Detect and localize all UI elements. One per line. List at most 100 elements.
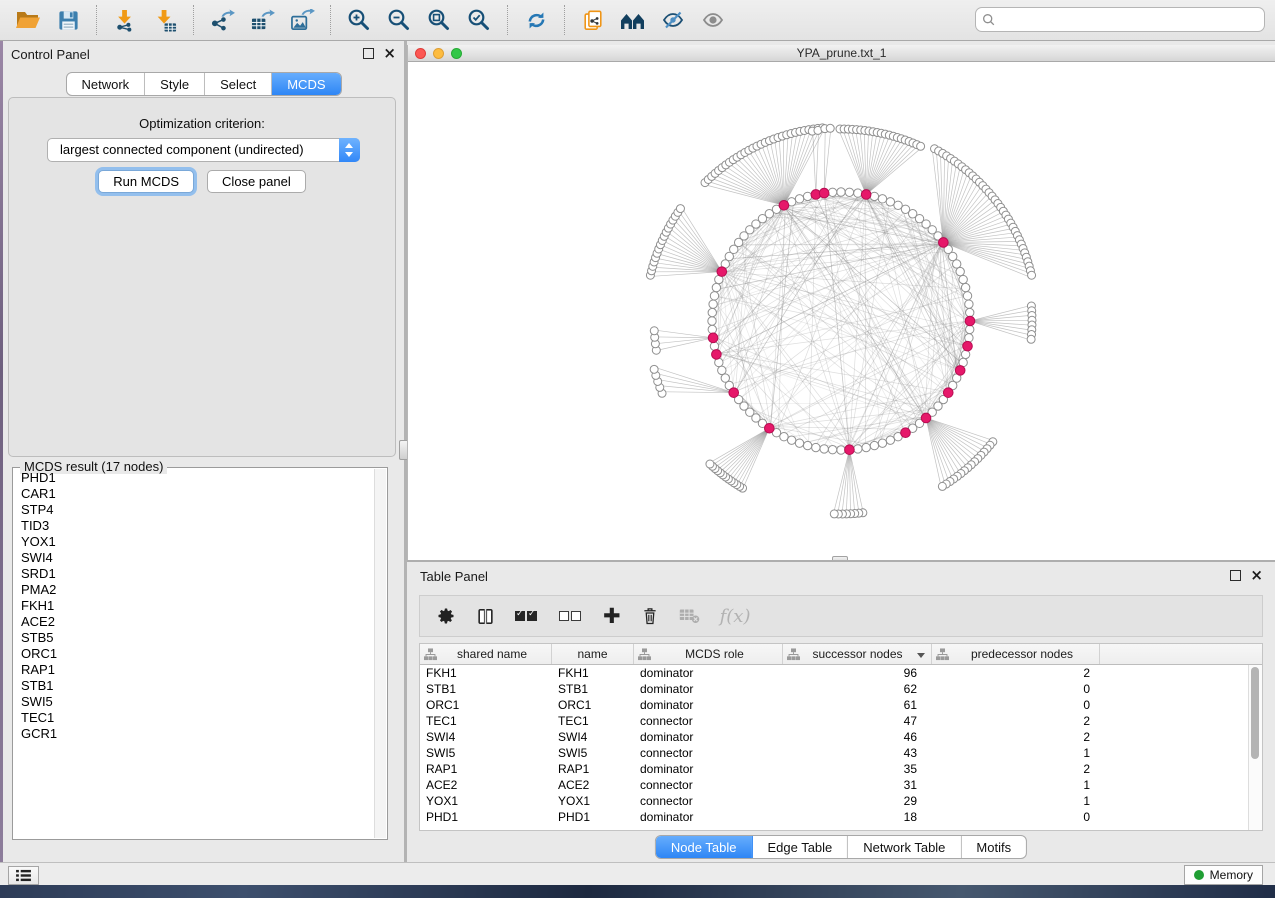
- mcds-result-item[interactable]: TEC1: [13, 710, 374, 726]
- tab-network[interactable]: Network: [66, 73, 145, 95]
- table-row[interactable]: TEC1TEC1connector472: [420, 713, 1262, 729]
- toggle-panel-columns-button[interactable]: [476, 603, 495, 629]
- create-column-button[interactable]: ✚: [603, 603, 621, 629]
- mcds-result-item[interactable]: CAR1: [13, 486, 374, 502]
- table-row[interactable]: RAP1RAP1dominator352: [420, 761, 1262, 777]
- zoom-out-icon: [387, 8, 411, 32]
- table-row[interactable]: YOX1YOX1connector291: [420, 793, 1262, 809]
- cell-shared-name: ACE2: [420, 777, 552, 793]
- toolbar-group: [508, 5, 565, 35]
- float-panel-icon[interactable]: [363, 48, 374, 59]
- cell-predecessor-nodes: 0: [932, 697, 1100, 713]
- save-session-button[interactable]: [52, 4, 84, 36]
- memory-status-icon: [1194, 870, 1204, 880]
- column-header-name[interactable]: name: [552, 644, 634, 664]
- close-panel-button[interactable]: Close panel: [207, 170, 306, 193]
- column-header-successor-nodes[interactable]: successor nodes: [783, 644, 932, 664]
- network-window-titlebar[interactable]: YPA_prune.txt_1: [408, 45, 1275, 62]
- column-header-MCDS-role[interactable]: MCDS role: [634, 644, 783, 664]
- close-table-panel-icon[interactable]: ×: [1250, 570, 1263, 581]
- new-network-from-selection-icon: [582, 9, 604, 32]
- table-scrollbar-thumb[interactable]: [1251, 667, 1259, 759]
- table-row[interactable]: ACE2ACE2connector311: [420, 777, 1262, 793]
- tab-style[interactable]: Style: [145, 73, 205, 95]
- run-mcds-button[interactable]: Run MCDS: [98, 170, 194, 193]
- application-window: Control Panel × NetworkStyleSelectMCDS O…: [0, 0, 1275, 885]
- mcds-result-item[interactable]: PHD1: [13, 470, 374, 486]
- optimization-criterion-select[interactable]: largest connected component (undirected): [47, 138, 360, 162]
- mcds-result-list[interactable]: PHD1CAR1STP4TID3YOX1SWI4SRD1PMA2FKH1ACE2…: [13, 470, 374, 838]
- cell-MCDS-role: connector: [634, 713, 783, 729]
- column-header-shared-name[interactable]: shared name: [420, 644, 552, 664]
- cell-MCDS-role: dominator: [634, 665, 783, 681]
- mcds-result-item[interactable]: TID3: [13, 518, 374, 534]
- cell-shared-name: TEC1: [420, 713, 552, 729]
- mcds-result-item[interactable]: SWI5: [13, 694, 374, 710]
- mcds-result-item[interactable]: STP4: [13, 502, 374, 518]
- network-canvas[interactable]: [408, 62, 1275, 560]
- mcds-result-item[interactable]: SWI4: [13, 550, 374, 566]
- table-row[interactable]: SWI5SWI5connector431: [420, 745, 1262, 761]
- column-label: shared name: [437, 647, 547, 661]
- float-table-panel-icon[interactable]: [1230, 570, 1241, 581]
- delete-columns-button[interactable]: [641, 603, 659, 629]
- column-header-predecessor-nodes[interactable]: predecessor nodes: [932, 644, 1100, 664]
- mcds-result-item[interactable]: ORC1: [13, 646, 374, 662]
- function-builder-button: f(x): [720, 603, 751, 629]
- deselect-all-rows-button[interactable]: [559, 603, 583, 629]
- memory-button[interactable]: Memory: [1184, 865, 1263, 885]
- export-image-button[interactable]: [286, 4, 318, 36]
- search-input[interactable]: [1000, 11, 1258, 28]
- export-table-button[interactable]: [246, 4, 278, 36]
- tab-node-table[interactable]: Node Table: [656, 836, 753, 858]
- cell-shared-name: PHD1: [420, 809, 552, 825]
- table-row[interactable]: PHD1PHD1dominator180: [420, 809, 1262, 825]
- mcds-result-item[interactable]: ACE2: [13, 614, 374, 630]
- mcds-result-item[interactable]: FKH1: [13, 598, 374, 614]
- mcds-result-item[interactable]: YOX1: [13, 534, 374, 550]
- export-network-button[interactable]: [206, 4, 238, 36]
- table-scrollbar[interactable]: [1248, 665, 1262, 830]
- table-row[interactable]: FKH1FKH1dominator962: [420, 665, 1262, 681]
- zoom-selected-button[interactable]: [463, 4, 495, 36]
- search-box[interactable]: [975, 7, 1265, 32]
- export-table-icon: [250, 9, 275, 32]
- cell-successor-nodes: 43: [783, 745, 932, 761]
- hide-selected-button[interactable]: [657, 4, 689, 36]
- tab-network-table[interactable]: Network Table: [848, 836, 961, 858]
- mcds-result-item[interactable]: PMA2: [13, 582, 374, 598]
- export-network-icon: [210, 9, 235, 32]
- close-panel-icon[interactable]: ×: [383, 48, 396, 59]
- show-graphics-button[interactable]: [697, 4, 729, 36]
- mcds-result-item[interactable]: RAP1: [13, 662, 374, 678]
- import-table-button[interactable]: [149, 4, 181, 36]
- result-list-scrollbar[interactable]: [374, 469, 386, 838]
- mcds-result-item[interactable]: GCR1: [13, 726, 374, 742]
- select-all-rows-button[interactable]: [515, 603, 539, 629]
- tab-motifs[interactable]: Motifs: [961, 836, 1026, 858]
- zoom-in-button[interactable]: [343, 4, 375, 36]
- table-row[interactable]: STB1STB1dominator620: [420, 681, 1262, 697]
- table-row[interactable]: SWI4SWI4dominator462: [420, 729, 1262, 745]
- table-settings-button[interactable]: [436, 603, 456, 629]
- refresh-button[interactable]: [520, 4, 552, 36]
- table-panel-tabs: Node TableEdge TableNetwork TableMotifs: [655, 835, 1027, 859]
- open-file-icon: [15, 8, 41, 32]
- zoom-out-button[interactable]: [383, 4, 415, 36]
- tab-mcds[interactable]: MCDS: [272, 73, 340, 95]
- first-neighbors-button[interactable]: [617, 4, 649, 36]
- cell-shared-name: FKH1: [420, 665, 552, 681]
- mcds-result-item[interactable]: STB1: [13, 678, 374, 694]
- import-network-button[interactable]: [109, 4, 141, 36]
- tab-select[interactable]: Select: [205, 73, 272, 95]
- mcds-result-item[interactable]: SRD1: [13, 566, 374, 582]
- table-row[interactable]: ORC1ORC1dominator610: [420, 697, 1262, 713]
- zoom-fit-button[interactable]: [423, 4, 455, 36]
- status-bar: Memory: [0, 862, 1275, 885]
- show-panels-button[interactable]: [8, 866, 39, 885]
- mcds-result-item[interactable]: STB5: [13, 630, 374, 646]
- tab-edge-table[interactable]: Edge Table: [752, 836, 848, 858]
- new-network-from-selection-button[interactable]: [577, 4, 609, 36]
- open-file-button[interactable]: [12, 4, 44, 36]
- column-label: MCDS role: [651, 647, 778, 661]
